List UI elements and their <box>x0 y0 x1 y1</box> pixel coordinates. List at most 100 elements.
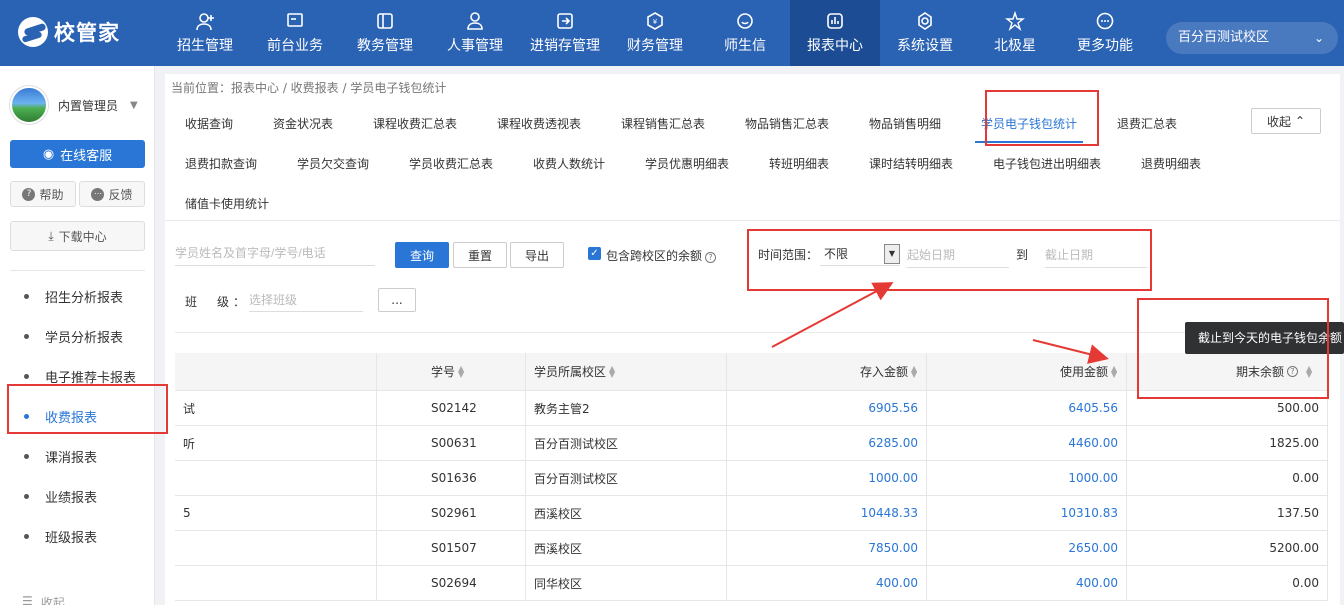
sidebar-item-4[interactable]: 课消报表 <box>0 436 155 476</box>
cell-used-link[interactable]: 400.00 <box>927 566 1127 601</box>
dropdown-arrow-icon[interactable]: ▼ <box>884 244 900 264</box>
cross-campus-label: 包含跨校区的余额? <box>606 247 717 264</box>
cell-name <box>175 566 377 601</box>
help-button[interactable]: ? 帮助 <box>10 181 76 207</box>
query-button[interactable]: 查询 <box>395 242 449 268</box>
nav-item-4[interactable]: 进销存管理 <box>520 0 610 66</box>
nav-item-1[interactable]: 前台业务 <box>250 0 340 66</box>
download-icon: ⤓ <box>48 228 54 243</box>
tab-row1-2[interactable]: 课程收费汇总表 <box>373 115 457 132</box>
app-logo[interactable]: 校管家 <box>18 17 120 47</box>
header-student-no[interactable]: 学号 ▲ ▼ <box>377 353 526 391</box>
sidebar-item-1[interactable]: 学员分析报表 <box>0 316 155 356</box>
nav-item-7[interactable]: 报表中心 <box>790 0 880 66</box>
tab-row1-4[interactable]: 课程销售汇总表 <box>621 115 705 132</box>
tabs-collapse-label: 收起 <box>1266 114 1291 129</box>
to-label: 到 <box>1016 248 1029 262</box>
header-used[interactable]: 使用金额 ▲ ▼ <box>927 353 1127 391</box>
help-circle-icon[interactable]: ? <box>705 252 717 263</box>
tab-row2-4[interactable]: 学员优惠明细表 <box>645 155 729 172</box>
cell-student-no: S02142 <box>377 391 526 426</box>
sort-icon[interactable]: ▲ ▼ <box>609 364 616 378</box>
nav-item-2[interactable]: 教务管理 <box>340 0 430 66</box>
filter-divider <box>175 332 1340 333</box>
cross-campus-checkbox[interactable]: ✓ <box>588 247 601 260</box>
student-search-input[interactable] <box>175 240 375 266</box>
reset-button[interactable]: 重置 <box>453 242 507 268</box>
sidebar-item-3[interactable]: 收费报表 <box>0 396 155 436</box>
table-row[interactable]: 5 S02961 西溪校区 10448.33 10310.83 137.50 <box>175 496 1328 531</box>
tab-row1-6[interactable]: 物品销售明细 <box>869 115 941 132</box>
export-button[interactable]: 导出 <box>510 242 564 268</box>
table-row[interactable]: S02694 同华校区 400.00 400.00 0.00 <box>175 566 1328 601</box>
header-balance[interactable]: 期末余额? ▲ ▼ <box>1127 353 1328 391</box>
tab-row2-3[interactable]: 收费人数统计 <box>533 155 605 172</box>
sort-icon[interactable]: ▲ ▼ <box>458 364 465 378</box>
tab-row2-5[interactable]: 转班明细表 <box>769 155 829 172</box>
tab-row1-0[interactable]: 收据查询 <box>185 115 233 132</box>
sort-icon[interactable]: ▲ ▼ <box>1111 364 1118 378</box>
tab-row1-1[interactable]: 资金状况表 <box>273 115 333 132</box>
help-circle-icon[interactable]: ? <box>1287 366 1298 377</box>
cell-used-link[interactable]: 2650.00 <box>927 531 1127 566</box>
cell-used-link[interactable]: 10310.83 <box>927 496 1127 531</box>
header-campus[interactable]: 学员所属校区 ▲ ▼ <box>526 353 727 391</box>
sidebar-item-2[interactable]: 电子推荐卡报表 <box>0 356 155 396</box>
nav-item-5[interactable]: ¥ 财务管理 <box>610 0 700 66</box>
feedback-button[interactable]: ⋯ 反馈 <box>79 181 145 207</box>
table-row[interactable]: 听 S00631 百分百测试校区 6285.00 4460.00 1825.00 <box>175 426 1328 461</box>
class-select-input[interactable] <box>249 288 363 312</box>
tab-row2-7[interactable]: 电子钱包进出明细表 <box>993 155 1101 172</box>
tab-row1-5[interactable]: 物品销售汇总表 <box>745 115 829 132</box>
header-deposit[interactable]: 存入金额 ▲ ▼ <box>727 353 927 391</box>
tab-row1-3[interactable]: 课程收费透视表 <box>497 115 581 132</box>
tab-row1-8[interactable]: 退费汇总表 <box>1117 115 1177 132</box>
table-row[interactable]: 试 S02142 教务主管2 6905.56 6405.56 500.00 <box>175 391 1328 426</box>
nav-item-label: 系统设置 <box>897 38 953 54</box>
bullet-dot <box>24 493 29 499</box>
start-date-input[interactable] <box>907 242 1009 268</box>
tab-row2-2[interactable]: 学员收费汇总表 <box>409 155 493 172</box>
sort-icon[interactable]: ▲ ▼ <box>1306 364 1313 378</box>
cell-deposit-link[interactable]: 10448.33 <box>727 496 927 531</box>
cell-used-link[interactable]: 1000.00 <box>927 461 1127 496</box>
tab-row2-0[interactable]: 退费扣款查询 <box>185 155 257 172</box>
tabs-collapse-button[interactable]: 收起 ⌃ <box>1251 108 1321 134</box>
tab-row1-7[interactable]: 学员电子钱包统计 <box>974 115 1084 143</box>
cell-used-link[interactable]: 4460.00 <box>927 426 1127 461</box>
nav-item-10[interactable]: 更多功能 <box>1060 0 1150 66</box>
cell-student-no: S02694 <box>377 566 526 601</box>
campus-selector[interactable]: 百分百测试校区 ⌄ <box>1166 22 1338 54</box>
time-range-select[interactable]: 不限 ▼ <box>820 242 900 266</box>
tab-row2-6[interactable]: 课时结转明细表 <box>869 155 953 172</box>
table-row[interactable]: S01636 百分百测试校区 1000.00 1000.00 0.00 <box>175 461 1328 496</box>
cell-deposit-link[interactable]: 400.00 <box>727 566 927 601</box>
tab-row3-0[interactable]: 储值卡使用统计 <box>185 195 269 212</box>
cell-campus: 西溪校区 <box>526 496 727 531</box>
cell-deposit-link[interactable]: 6905.56 <box>727 391 927 426</box>
table-body: 试 S02142 教务主管2 6905.56 6405.56 500.00 听 S00631 百… <box>175 391 1328 601</box>
cell-used-link[interactable]: 6405.56 <box>927 391 1127 426</box>
cell-deposit-link[interactable]: 1000.00 <box>727 461 927 496</box>
nav-item-9[interactable]: 北极星 <box>970 0 1060 66</box>
tab-row2-1[interactable]: 学员欠交查询 <box>297 155 369 172</box>
online-service-button[interactable]: ◉ 在线客服 <box>10 140 145 168</box>
end-date-input[interactable] <box>1045 242 1147 268</box>
nav-item-8[interactable]: 系统设置 <box>880 0 970 66</box>
download-center-button[interactable]: ⤓ 下载中心 <box>10 221 145 251</box>
user-menu[interactable]: 内置管理员 ▼ <box>10 86 138 124</box>
cell-deposit-link[interactable]: 7850.00 <box>727 531 927 566</box>
sort-icon[interactable]: ▲ ▼ <box>911 364 918 378</box>
sidebar-collapse[interactable]: ☰ 收起 <box>22 594 65 605</box>
nav-item-0[interactable]: 招生管理 <box>160 0 250 66</box>
cell-deposit-link[interactable]: 6285.00 <box>727 426 927 461</box>
table-row[interactable]: S01507 西溪校区 7850.00 2650.00 5200.00 <box>175 531 1328 566</box>
sidebar-item-6[interactable]: 班级报表 <box>0 516 155 556</box>
sidebar-item-5[interactable]: 业绩报表 <box>0 476 155 516</box>
nav-item-3[interactable]: 人事管理 <box>430 0 520 66</box>
tab-row2-8[interactable]: 退费明细表 <box>1141 155 1201 172</box>
sidebar-item-0[interactable]: 招生分析报表 <box>0 276 155 316</box>
caret-down-icon: ▼ <box>130 99 138 111</box>
nav-item-6[interactable]: 师生信 <box>700 0 790 66</box>
class-picker-button[interactable]: ... <box>378 288 416 312</box>
